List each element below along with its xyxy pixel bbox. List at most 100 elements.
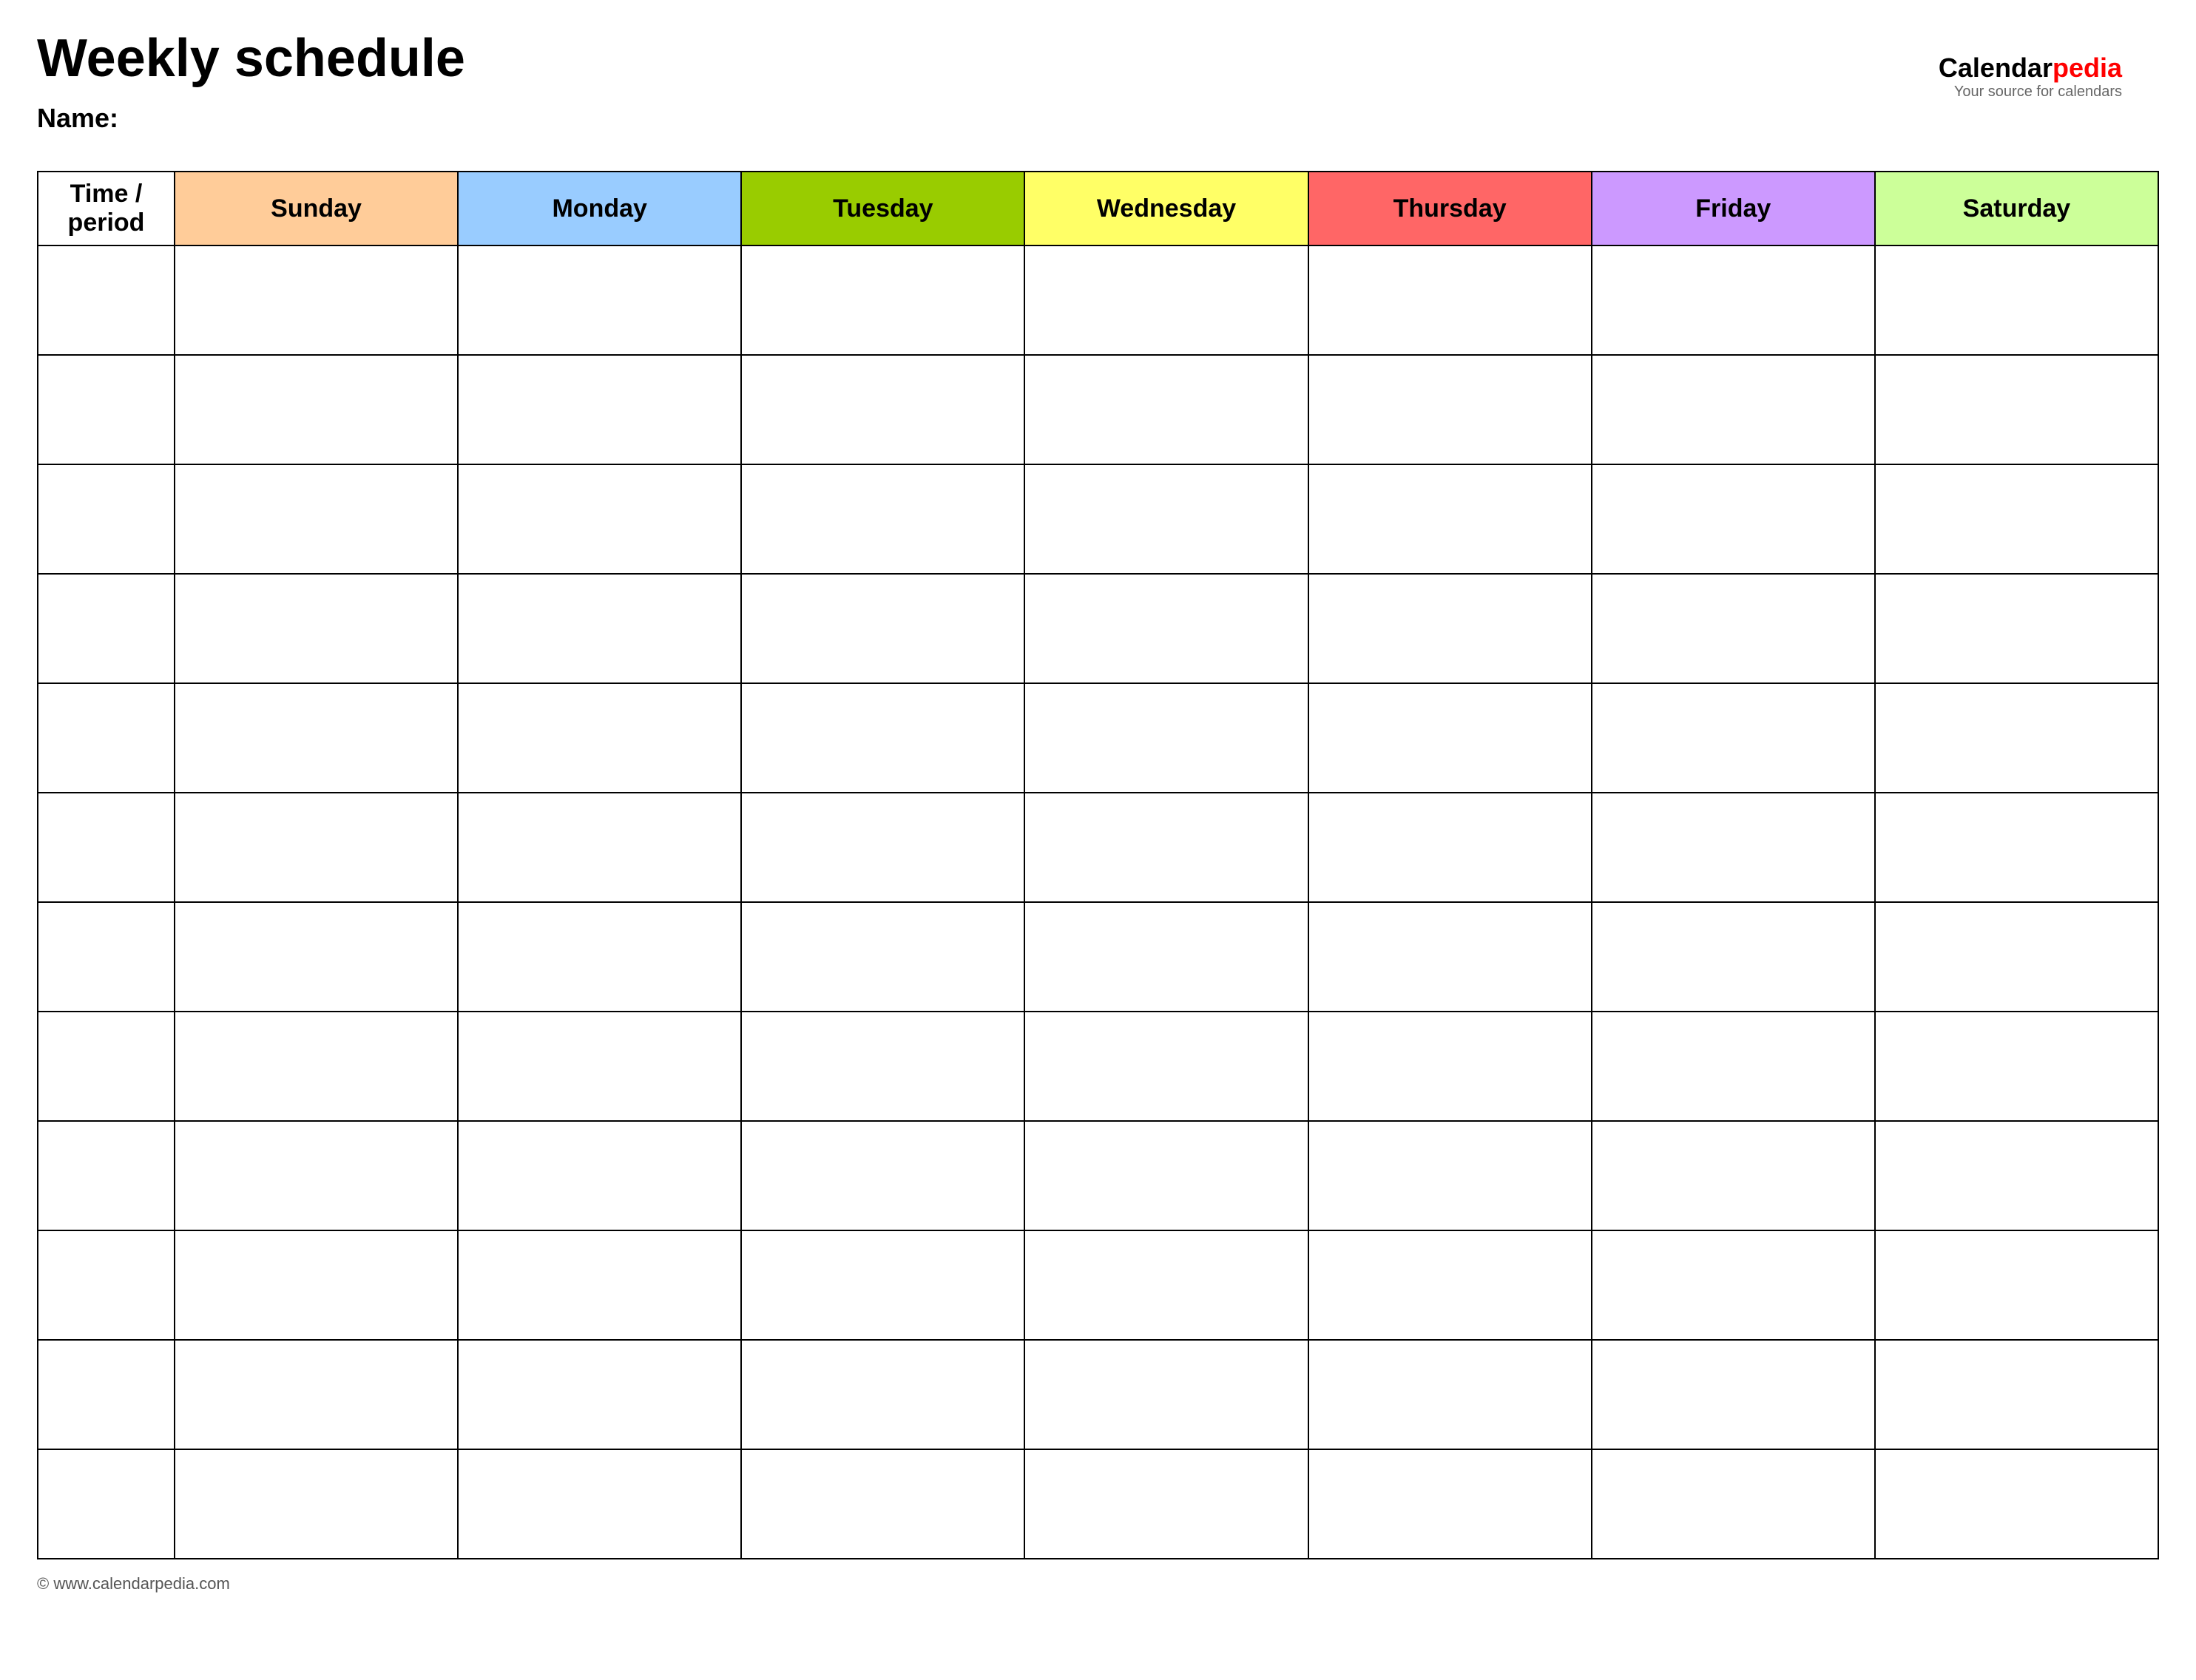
table-row bbox=[38, 902, 2158, 1012]
day-cell[interactable] bbox=[1308, 1340, 1592, 1449]
day-cell[interactable] bbox=[1875, 1012, 2158, 1121]
day-cell[interactable] bbox=[458, 1121, 741, 1230]
day-cell[interactable] bbox=[741, 574, 1024, 683]
day-cell[interactable] bbox=[175, 793, 458, 902]
day-cell[interactable] bbox=[458, 464, 741, 574]
table-row bbox=[38, 1340, 2158, 1449]
day-cell[interactable] bbox=[1308, 245, 1592, 355]
table-row bbox=[38, 1121, 2158, 1230]
day-cell[interactable] bbox=[1592, 793, 1875, 902]
day-cell[interactable] bbox=[741, 1230, 1024, 1340]
day-cell[interactable] bbox=[1592, 1340, 1875, 1449]
day-cell[interactable] bbox=[458, 1449, 741, 1559]
day-cell[interactable] bbox=[1024, 464, 1308, 574]
day-cell[interactable] bbox=[175, 1449, 458, 1559]
day-cell[interactable] bbox=[1875, 574, 2158, 683]
day-cell[interactable] bbox=[1875, 245, 2158, 355]
day-cell[interactable] bbox=[175, 1012, 458, 1121]
day-cell[interactable] bbox=[458, 793, 741, 902]
day-cell[interactable] bbox=[1308, 683, 1592, 793]
day-cell[interactable] bbox=[741, 355, 1024, 464]
day-cell[interactable] bbox=[1024, 355, 1308, 464]
day-cell[interactable] bbox=[458, 902, 741, 1012]
day-cell[interactable] bbox=[1024, 574, 1308, 683]
time-cell[interactable] bbox=[38, 464, 175, 574]
day-cell[interactable] bbox=[175, 1230, 458, 1340]
time-cell[interactable] bbox=[38, 793, 175, 902]
time-cell[interactable] bbox=[38, 1230, 175, 1340]
day-cell[interactable] bbox=[175, 245, 458, 355]
day-cell[interactable] bbox=[175, 355, 458, 464]
time-cell[interactable] bbox=[38, 355, 175, 464]
day-cell[interactable] bbox=[1592, 464, 1875, 574]
day-cell[interactable] bbox=[458, 1340, 741, 1449]
day-cell[interactable] bbox=[1592, 1012, 1875, 1121]
day-cell[interactable] bbox=[458, 574, 741, 683]
day-cell[interactable] bbox=[1308, 902, 1592, 1012]
day-cell[interactable] bbox=[458, 355, 741, 464]
day-cell[interactable] bbox=[741, 793, 1024, 902]
day-cell[interactable] bbox=[1308, 1012, 1592, 1121]
day-cell[interactable] bbox=[458, 683, 741, 793]
day-cell[interactable] bbox=[1875, 902, 2158, 1012]
day-cell[interactable] bbox=[741, 464, 1024, 574]
day-cell[interactable] bbox=[1308, 793, 1592, 902]
day-cell[interactable] bbox=[741, 1340, 1024, 1449]
day-cell[interactable] bbox=[1024, 1449, 1308, 1559]
day-cell[interactable] bbox=[1592, 902, 1875, 1012]
day-cell[interactable] bbox=[1875, 1230, 2158, 1340]
time-cell[interactable] bbox=[38, 683, 175, 793]
day-cell[interactable] bbox=[175, 1340, 458, 1449]
day-cell[interactable] bbox=[1875, 1121, 2158, 1230]
day-cell[interactable] bbox=[1308, 1230, 1592, 1340]
day-cell[interactable] bbox=[175, 902, 458, 1012]
day-cell[interactable] bbox=[1592, 683, 1875, 793]
day-cell[interactable] bbox=[741, 902, 1024, 1012]
time-cell[interactable] bbox=[38, 1012, 175, 1121]
day-cell[interactable] bbox=[1875, 464, 2158, 574]
day-cell[interactable] bbox=[1592, 1121, 1875, 1230]
day-cell[interactable] bbox=[458, 1012, 741, 1121]
day-cell[interactable] bbox=[1592, 574, 1875, 683]
day-cell[interactable] bbox=[1308, 1449, 1592, 1559]
time-cell[interactable] bbox=[38, 1340, 175, 1449]
day-cell[interactable] bbox=[1308, 574, 1592, 683]
day-cell[interactable] bbox=[175, 464, 458, 574]
day-cell[interactable] bbox=[1024, 793, 1308, 902]
day-cell[interactable] bbox=[1592, 1449, 1875, 1559]
day-cell[interactable] bbox=[458, 1230, 741, 1340]
table-row bbox=[38, 464, 2158, 574]
day-cell[interactable] bbox=[1024, 1340, 1308, 1449]
time-cell[interactable] bbox=[38, 245, 175, 355]
day-cell[interactable] bbox=[175, 683, 458, 793]
day-cell[interactable] bbox=[175, 574, 458, 683]
day-cell[interactable] bbox=[1024, 902, 1308, 1012]
day-cell[interactable] bbox=[1308, 1121, 1592, 1230]
day-cell[interactable] bbox=[1875, 1449, 2158, 1559]
day-cell[interactable] bbox=[1875, 683, 2158, 793]
day-cell[interactable] bbox=[1024, 1230, 1308, 1340]
day-cell[interactable] bbox=[1024, 1012, 1308, 1121]
day-cell[interactable] bbox=[1592, 355, 1875, 464]
day-cell[interactable] bbox=[1024, 1121, 1308, 1230]
day-cell[interactable] bbox=[1592, 1230, 1875, 1340]
day-cell[interactable] bbox=[741, 683, 1024, 793]
day-cell[interactable] bbox=[458, 245, 741, 355]
day-cell[interactable] bbox=[1308, 464, 1592, 574]
day-cell[interactable] bbox=[1592, 245, 1875, 355]
time-cell[interactable] bbox=[38, 1121, 175, 1230]
time-cell[interactable] bbox=[38, 902, 175, 1012]
day-cell[interactable] bbox=[741, 245, 1024, 355]
day-cell[interactable] bbox=[175, 1121, 458, 1230]
day-cell[interactable] bbox=[741, 1012, 1024, 1121]
day-cell[interactable] bbox=[741, 1121, 1024, 1230]
time-cell[interactable] bbox=[38, 574, 175, 683]
day-cell[interactable] bbox=[741, 1449, 1024, 1559]
day-cell[interactable] bbox=[1024, 245, 1308, 355]
day-cell[interactable] bbox=[1024, 683, 1308, 793]
day-cell[interactable] bbox=[1875, 355, 2158, 464]
time-cell[interactable] bbox=[38, 1449, 175, 1559]
day-cell[interactable] bbox=[1875, 1340, 2158, 1449]
day-cell[interactable] bbox=[1308, 355, 1592, 464]
day-cell[interactable] bbox=[1875, 793, 2158, 902]
